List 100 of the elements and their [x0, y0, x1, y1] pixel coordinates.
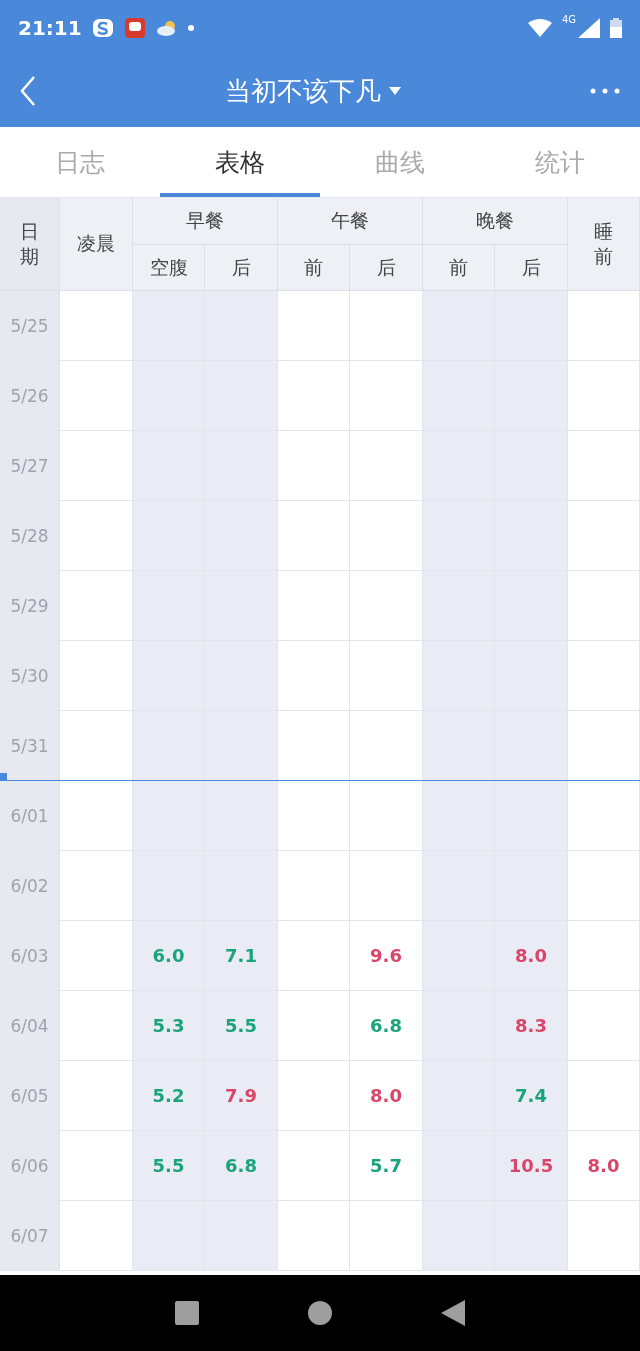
date-cell: 6/04	[0, 991, 60, 1060]
table-cell[interactable]	[133, 571, 205, 640]
date-cell: 5/31	[0, 711, 60, 780]
column-header: 日期	[0, 198, 60, 291]
table-cell[interactable]	[495, 851, 568, 920]
status-time: 21:11	[18, 15, 82, 40]
reading-cell[interactable]: 10.5	[495, 1131, 568, 1200]
app-icon	[123, 16, 146, 39]
table-cell[interactable]	[205, 711, 278, 780]
table-cell[interactable]	[495, 711, 568, 780]
table-cell[interactable]	[495, 361, 568, 430]
date-cell: 6/05	[0, 1061, 60, 1130]
network-label: 4G	[561, 14, 576, 25]
table-cell[interactable]	[205, 291, 278, 360]
date-cell: 6/01	[0, 781, 60, 850]
table-cell[interactable]	[423, 431, 495, 500]
date-cell: 6/03	[0, 921, 60, 990]
table-cell[interactable]	[133, 851, 205, 920]
reading-cell[interactable]: 6.0	[133, 921, 205, 990]
home-icon[interactable]	[308, 1301, 332, 1325]
back-icon[interactable]	[441, 1300, 466, 1326]
date-cell: 5/28	[0, 501, 60, 570]
recents-icon[interactable]	[174, 1301, 199, 1325]
table-cell[interactable]	[495, 781, 568, 850]
back-icon[interactable]	[20, 76, 36, 106]
table-cell[interactable]	[423, 1061, 495, 1130]
column-header: 后	[350, 245, 423, 291]
more-icon[interactable]	[590, 88, 620, 94]
date-cell: 6/02	[0, 851, 60, 920]
reading-cell[interactable]: 6.8	[205, 1131, 278, 1200]
reading-cell[interactable]: 8.3	[495, 991, 568, 1060]
date-cell: 5/30	[0, 641, 60, 710]
table-cell[interactable]	[205, 501, 278, 570]
table-cell[interactable]	[423, 291, 495, 360]
table-cell[interactable]	[423, 571, 495, 640]
column-header: 后	[205, 245, 278, 291]
column-header: 前	[423, 245, 495, 291]
reading-cell[interactable]: 5.2	[133, 1061, 205, 1130]
column-group-header: 早餐	[133, 198, 278, 245]
column-header: 空腹	[133, 245, 205, 291]
date-cell: 5/26	[0, 361, 60, 430]
date-cell: 5/25	[0, 291, 60, 360]
column-header: 睡前	[568, 198, 640, 291]
date-cell: 6/06	[0, 1131, 60, 1200]
table-cell[interactable]	[423, 851, 495, 920]
signal-icon	[578, 17, 600, 38]
reading-cell[interactable]: 7.4	[495, 1061, 568, 1130]
table-cell[interactable]	[205, 641, 278, 710]
page-title[interactable]: 当初不该下凡	[225, 73, 381, 109]
table-cell[interactable]	[133, 291, 205, 360]
table-cell[interactable]	[423, 1131, 495, 1200]
table-cell[interactable]	[495, 501, 568, 570]
table-cell[interactable]	[133, 1201, 205, 1270]
table-cell[interactable]	[423, 1201, 495, 1270]
reading-cell[interactable]: 7.1	[205, 921, 278, 990]
column-header: 后	[495, 245, 568, 291]
table-cell[interactable]	[133, 781, 205, 850]
column-header: 凌晨	[60, 198, 133, 291]
column-group-header: 晚餐	[423, 198, 568, 245]
column-group-header: 午餐	[278, 198, 423, 245]
table-cell[interactable]	[133, 641, 205, 710]
table-cell[interactable]	[205, 571, 278, 640]
table-cell[interactable]	[423, 991, 495, 1060]
reading-cell[interactable]: 7.9	[205, 1061, 278, 1130]
table-cell[interactable]	[423, 781, 495, 850]
column-header: 前	[278, 245, 350, 291]
table-cell[interactable]	[495, 641, 568, 710]
reading-cell[interactable]: 5.5	[205, 991, 278, 1060]
reading-cell[interactable]: 5.5	[133, 1131, 205, 1200]
table-cell[interactable]	[205, 361, 278, 430]
table-cell[interactable]	[133, 431, 205, 500]
wifi-icon	[527, 18, 552, 37]
tab[interactable]: 曲线	[320, 131, 480, 197]
table-cell[interactable]	[495, 1201, 568, 1270]
table-cell[interactable]	[205, 851, 278, 920]
table-cell[interactable]	[495, 431, 568, 500]
dot-icon	[187, 24, 194, 31]
date-cell: 6/07	[0, 1201, 60, 1270]
table-cell[interactable]	[495, 291, 568, 360]
battery-icon	[610, 17, 622, 38]
table-cell[interactable]	[133, 711, 205, 780]
table-cell[interactable]	[495, 571, 568, 640]
table-cell[interactable]	[205, 431, 278, 500]
table-cell[interactable]	[423, 361, 495, 430]
table-cell[interactable]	[423, 641, 495, 710]
reading-cell[interactable]: 5.3	[133, 991, 205, 1060]
app-icon	[91, 17, 114, 38]
table-cell[interactable]	[423, 501, 495, 570]
table-cell[interactable]	[133, 361, 205, 430]
date-cell: 5/29	[0, 571, 60, 640]
table-cell[interactable]	[133, 501, 205, 570]
weather-icon	[155, 19, 178, 36]
reading-cell[interactable]: 8.0	[495, 921, 568, 990]
tab[interactable]: 日志	[0, 131, 160, 197]
table-cell[interactable]	[423, 921, 495, 990]
table-cell[interactable]	[205, 781, 278, 850]
tab[interactable]: 统计	[480, 131, 640, 197]
table-cell[interactable]	[205, 1201, 278, 1270]
table-cell[interactable]	[423, 711, 495, 780]
caret-icon[interactable]	[389, 87, 401, 95]
